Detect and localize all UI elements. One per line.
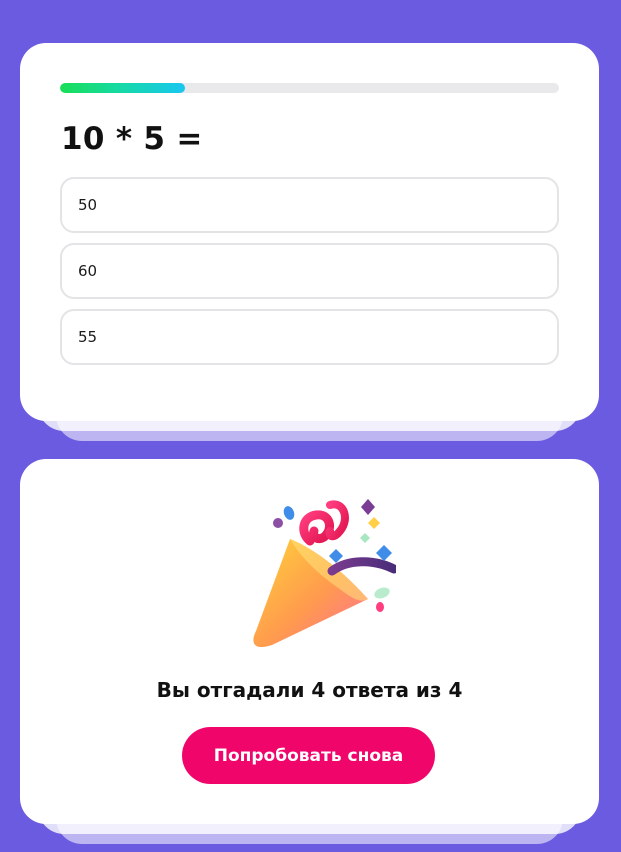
retry-button[interactable]: Попробовать снова <box>182 727 435 784</box>
question-text: 10 * 5 = <box>61 121 203 157</box>
answer-option-label: 50 <box>78 196 98 214</box>
answer-options: 50 60 55 <box>60 177 559 375</box>
answer-option-label: 60 <box>78 262 98 280</box>
result-card: Вы отгадали 4 ответа из 4 Попробовать сн… <box>20 459 599 824</box>
quiz-card-stack: 10 * 5 = 50 60 55 <box>20 43 599 441</box>
answer-option[interactable]: 50 <box>60 177 559 233</box>
quiz-card: 10 * 5 = 50 60 55 <box>20 43 599 421</box>
answer-option[interactable]: 55 <box>60 309 559 365</box>
progress-bar <box>60 83 559 93</box>
answer-option-label: 55 <box>78 328 98 346</box>
result-message: Вы отгадали 4 ответа из 4 <box>156 678 463 702</box>
party-popper-icon <box>253 499 396 648</box>
result-card-stack: Вы отгадали 4 ответа из 4 Попробовать сн… <box>20 459 599 844</box>
progress-bar-fill <box>60 83 185 93</box>
answer-option[interactable]: 60 <box>60 243 559 299</box>
